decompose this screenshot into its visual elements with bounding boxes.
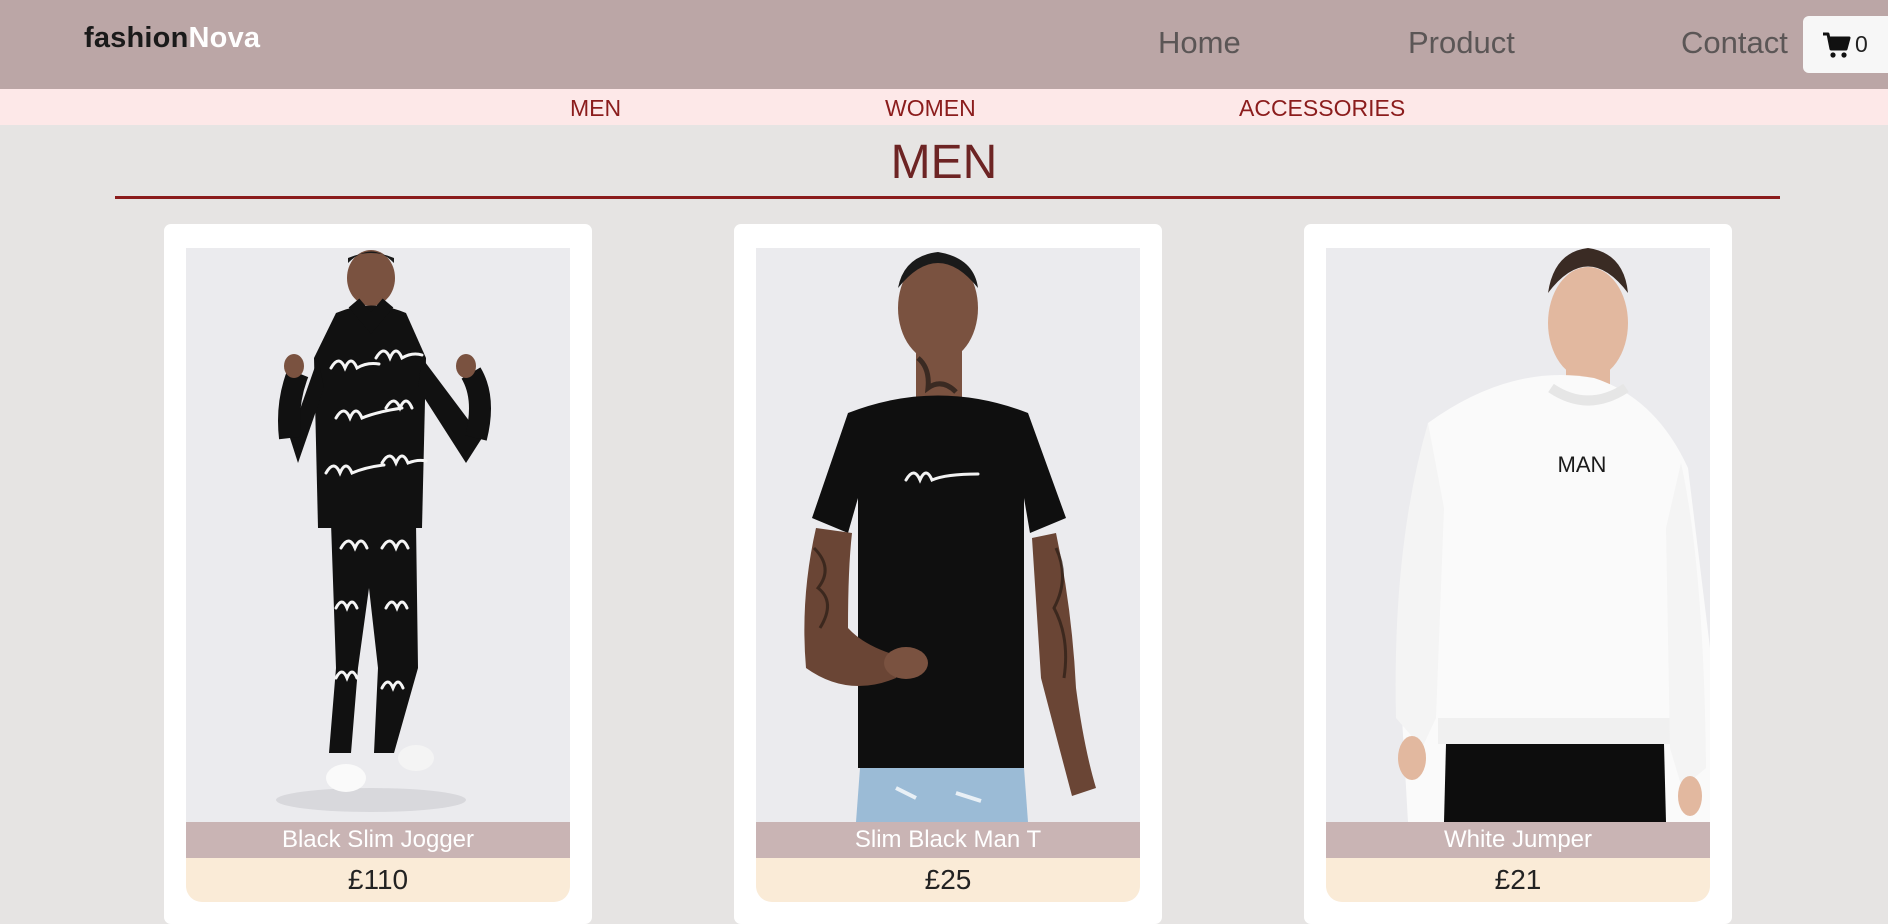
- product-name[interactable]: Slim Black Man T: [756, 822, 1140, 858]
- product-image-slim-black-man-t[interactable]: [756, 248, 1140, 822]
- product-image-black-slim-jogger[interactable]: [186, 248, 570, 822]
- nav-product-link[interactable]: Product: [1408, 25, 1515, 61]
- product-price: £21: [1326, 858, 1710, 902]
- category-bar: MEN WOMEN ACCESSORIES: [0, 89, 1888, 125]
- product-price: £25: [756, 858, 1140, 902]
- category-women-link[interactable]: WOMEN: [885, 95, 976, 122]
- section-title: MEN: [890, 136, 998, 189]
- category-accessories-link[interactable]: ACCESSORIES: [1239, 95, 1405, 122]
- section-divider: [115, 196, 1780, 199]
- site-logo[interactable]: fashionNova: [84, 22, 260, 55]
- logo-text-fashion: fashion: [84, 22, 189, 54]
- nav-contact-link[interactable]: Contact: [1681, 25, 1788, 61]
- product-price: £110: [186, 858, 570, 902]
- product-card[interactable]: Slim Black Man T £25: [734, 224, 1162, 924]
- logo-text-nova: Nova: [188, 22, 261, 54]
- cart-button[interactable]: 0: [1803, 16, 1888, 73]
- shopping-cart-icon: [1823, 32, 1851, 58]
- nav-home-link[interactable]: Home: [1158, 25, 1241, 61]
- category-men-link[interactable]: MEN: [570, 95, 621, 122]
- product-card[interactable]: Black Slim Jogger £110: [164, 224, 592, 924]
- product-name[interactable]: Black Slim Jogger: [186, 822, 570, 858]
- product-name[interactable]: White Jumper: [1326, 822, 1710, 858]
- cart-count: 0: [1855, 31, 1868, 57]
- jumper-print-text: MAN: [1558, 452, 1607, 477]
- product-card[interactable]: MAN White Jumper £21: [1304, 224, 1732, 924]
- site-header: fashionNova Home Product Contact 0: [0, 0, 1888, 89]
- product-image-white-jumper[interactable]: MAN: [1326, 248, 1710, 822]
